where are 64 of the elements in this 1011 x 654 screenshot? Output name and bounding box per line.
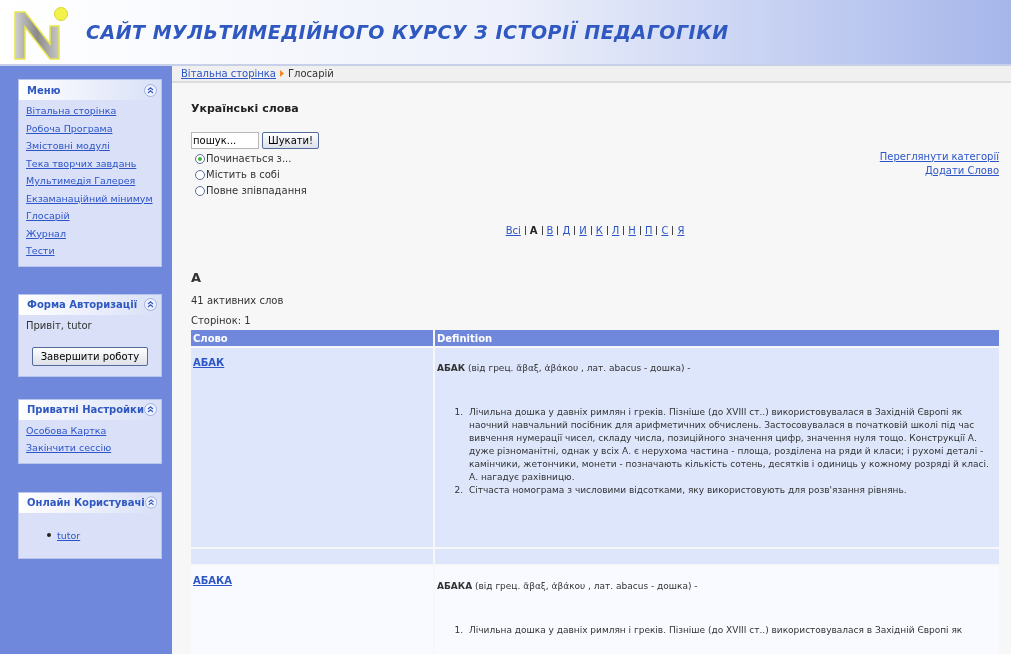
action-link[interactable]: Переглянути категорії [879, 149, 999, 164]
radio-label: Починається з... [206, 152, 292, 166]
menu-link[interactable]: Тека творчих завдань [26, 154, 137, 172]
collapse-icon[interactable] [144, 298, 157, 311]
letter-link[interactable]: П [644, 222, 653, 238]
caret-icon [280, 70, 284, 77]
panel-title: Меню [27, 83, 61, 98]
site-title: САЙТ МУЛЬТИМЕДІЙНОГО КУРСУ З ІСТОРІЇ ПЕДАГОГІКИ [86, 19, 729, 45]
menu-link[interactable]: Журнал [26, 224, 66, 242]
panel-title: Онлайн Користувачі [27, 496, 145, 510]
menu-link[interactable]: Тести [26, 242, 55, 260]
radio-label: Повне зпівпадання [206, 184, 307, 198]
letter-link[interactable]: Всі [505, 222, 521, 238]
letter-link[interactable]: Я [677, 222, 685, 238]
radio-button[interactable] [195, 169, 205, 180]
logout-button[interactable]: Завершити роботу [31, 346, 149, 366]
letter-link[interactable]: И [579, 222, 587, 238]
section-heading: Українські слова [191, 101, 300, 117]
menu-link[interactable]: Глосарій [26, 207, 70, 225]
collapse-icon[interactable] [144, 403, 157, 416]
word-count: 41 активних слов [191, 294, 285, 308]
column-header: Слово [191, 330, 433, 346]
search-field[interactable]: пошук... [191, 131, 259, 149]
page-count: Сторінок: 1 [191, 314, 252, 328]
definition-item: Сітчаста номограма з числовими відсотками, яку використовують для розв'язання рівнянь. [469, 483, 908, 497]
radio-button[interactable] [195, 185, 205, 196]
word-link[interactable]: АБАК [193, 357, 225, 368]
definition-item: Лічильна дошка у давніх римлян і греків. Пізніше (до XVIII ст..) використовувалася в Західній Європі як наочний навчальний посібник для арифметичних обчислень. Застосовувалася в початковій школі під час вивчення нумерації чисел, складу числа, позиційного значення цифр, значення нуля тощо. Конструкції А. дуже різноманітні, однак у всіх А. є нерухома частина - площа, розділена на ряди й класи; і рухомі деталі - камінчики, жетончики, монети - позначають кількість сотень, десятків і одиниць у кожному розряді й класі. А. нагадує рахівницю. [469, 405, 990, 484]
letter-link[interactable]: Н [628, 222, 636, 238]
panel-title: Форма Авторизації [27, 298, 138, 312]
menu-link[interactable]: Мультимедія Галерея [26, 172, 136, 190]
letter-link[interactable]: С [661, 222, 669, 238]
letter-link[interactable]: А [529, 222, 538, 238]
settings-link[interactable]: Особова Картка [26, 421, 107, 439]
breadcrumb-link[interactable]: Вітальна сторінка [181, 66, 276, 81]
collapse-icon[interactable] [144, 496, 157, 509]
user-link[interactable]: tutor [57, 526, 81, 544]
collapse-icon[interactable] [144, 83, 157, 97]
settings-link[interactable]: Закінчити сессію [26, 439, 112, 457]
radio-button[interactable] [195, 153, 205, 164]
search-button[interactable]: Шукати! [262, 131, 320, 149]
column-header: Definition [435, 330, 999, 346]
list-number: 2. [453, 483, 464, 497]
action-link[interactable]: Додати Слово [925, 163, 999, 178]
greeting-text: Привіт, tutor [26, 318, 93, 333]
menu-link[interactable]: Екзаманаційний мінимум [26, 189, 153, 207]
letter-heading: А [191, 268, 203, 287]
bullet-icon [47, 533, 51, 538]
letter-link[interactable]: К [595, 222, 603, 238]
word-link[interactable]: АБАКА [193, 575, 232, 586]
panel-title: Приватні Настройки [27, 403, 144, 417]
letter-link[interactable]: Д [562, 222, 571, 238]
list-number: 1. [453, 405, 464, 419]
menu-link[interactable]: Робоча Програма [26, 119, 113, 137]
definition-text: АБАК (від грец. ἄβαξ, ἀβάκου , лат. abacus - дошка) - [437, 362, 692, 375]
menu-link[interactable]: Вітальна сторінка [26, 102, 117, 120]
definition-text: АБАКА (від грец. ἄβαξ, ἀβάκου , лат. abacus - дошка) - [437, 580, 699, 593]
breadcrumb-current: Глосарій [288, 67, 334, 81]
menu-link[interactable]: Змістовні модулі [26, 137, 110, 155]
letter-link[interactable]: В [546, 222, 554, 238]
list-number: 1. [453, 623, 464, 637]
definition-item: Лічильна дошка у давніх римлян і греків. Пізніше (до XVIII ст..) використовувалася в Західній Європі як [469, 623, 964, 637]
letter-link[interactable]: Л [611, 222, 620, 238]
radio-label: Містить в собі [206, 168, 280, 182]
